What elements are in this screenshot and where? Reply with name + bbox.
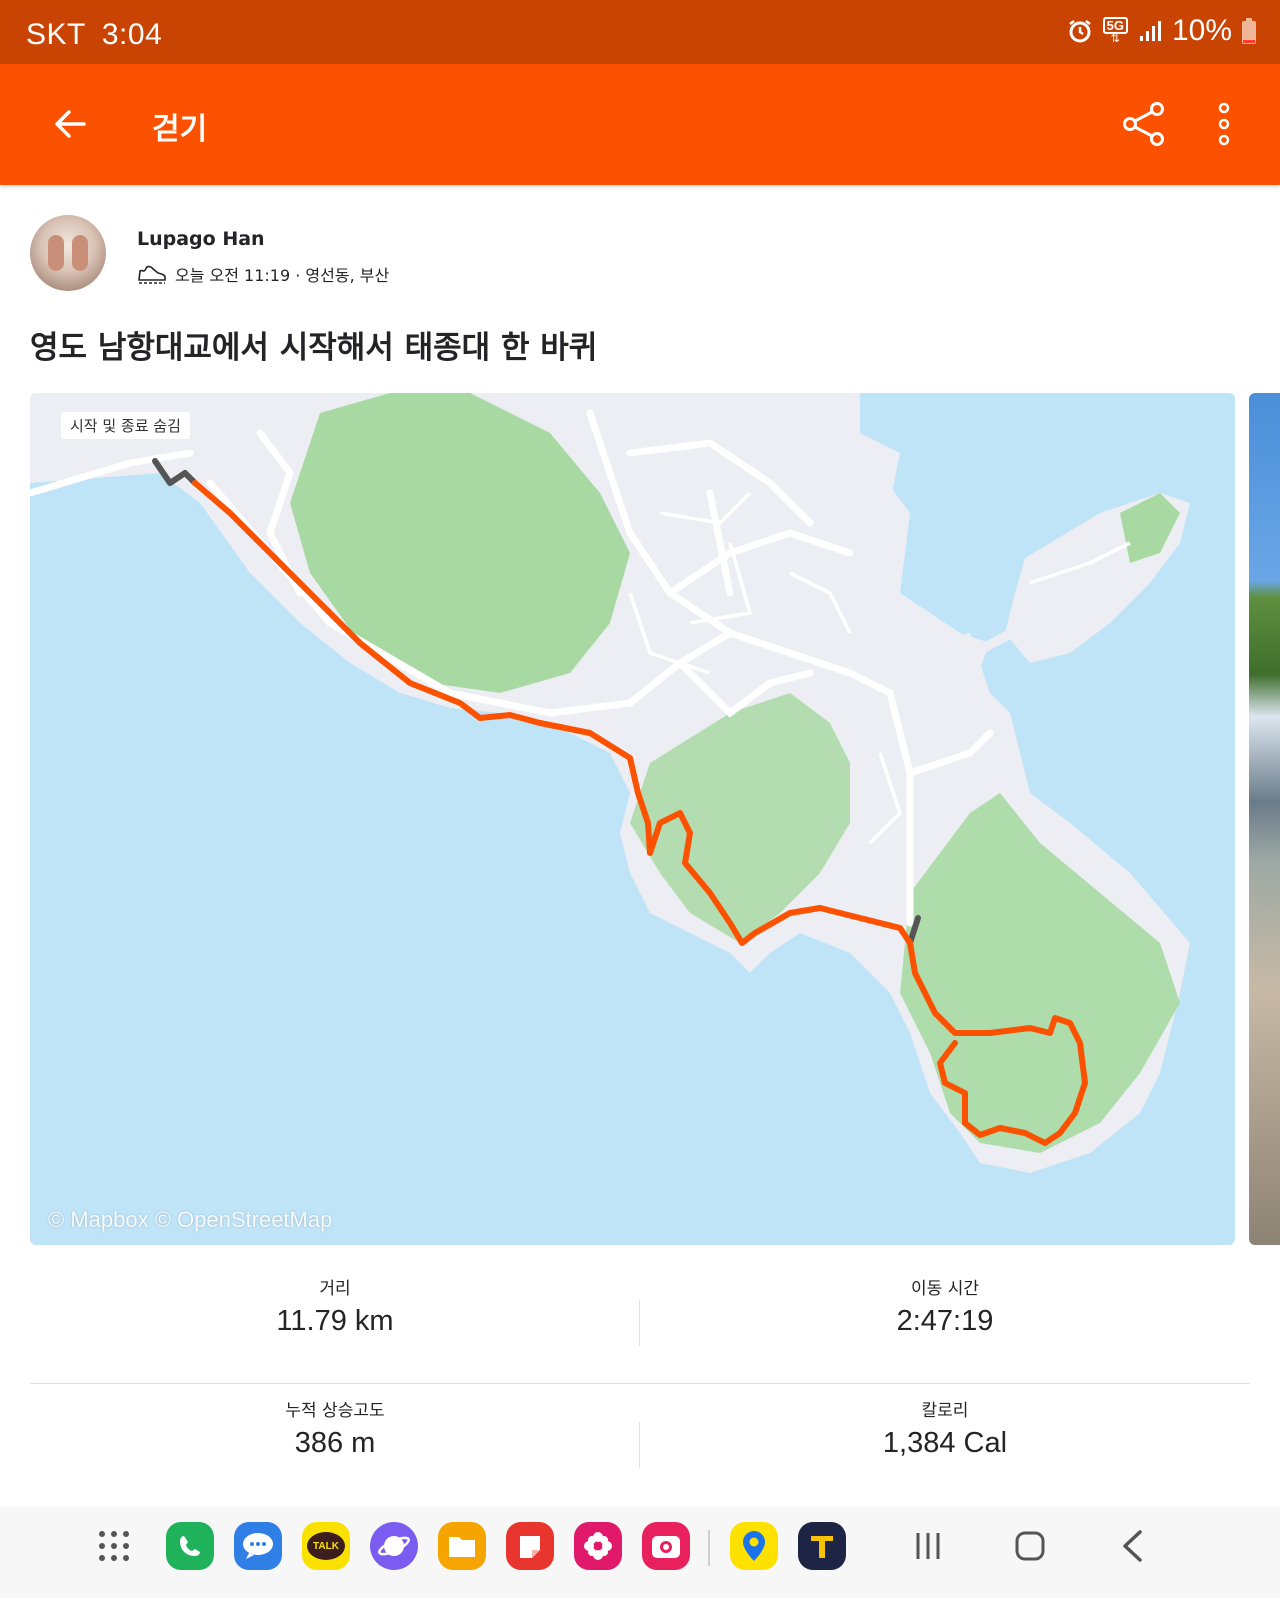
system-back-button[interactable] (1108, 1522, 1156, 1570)
my-files-app-button[interactable] (438, 1522, 486, 1570)
stat-distance: 거리 11.79 km (30, 1274, 640, 1338)
flower-app-icon (584, 1532, 612, 1560)
more-vert-icon (1218, 102, 1230, 146)
app-drawer-button[interactable] (90, 1522, 138, 1570)
stat-label: 거리 (319, 1279, 351, 1299)
athlete-name[interactable]: Lupago Han (137, 228, 265, 250)
kakaotalk-app-icon: TALK (307, 1532, 345, 1560)
hide-start-end-toggle[interactable]: 시작 및 종료 숨김 (61, 412, 190, 439)
app-bar: 걷기 (0, 64, 1280, 185)
signal-icon (1139, 21, 1161, 41)
recents-icon (916, 1533, 940, 1559)
share-button[interactable] (1114, 94, 1174, 154)
messages-app-icon (243, 1533, 273, 1559)
map-canvas (30, 393, 1190, 1173)
map-attribution[interactable]: © Mapbox © OpenStreetMap (48, 1207, 332, 1233)
kakaotalk-app-button[interactable]: TALK (302, 1522, 350, 1570)
carrier-label: SKT (26, 18, 86, 51)
stat-elevation-gain: 누적 상승고도 386 m (30, 1396, 640, 1460)
stat-label: 누적 상승고도 (285, 1401, 385, 1421)
walking-shoe-icon (138, 265, 166, 284)
map-app-button[interactable] (730, 1522, 778, 1570)
kakaotalk-label: TALK (313, 1540, 339, 1552)
network-badge: 5G (1102, 17, 1128, 34)
activity-meta: 오늘 오전 11:19 · 영선동, 부산 (137, 262, 389, 286)
stat-label: 칼로리 (921, 1401, 969, 1421)
page-title: 걷기 (152, 112, 208, 147)
system-nav-bar: TALK (0, 1506, 1280, 1598)
camera-app-button[interactable] (642, 1522, 690, 1570)
recents-button[interactable] (904, 1522, 952, 1570)
stat-value: 386 m (294, 1427, 376, 1459)
stat-value: 1,384 Cal (882, 1427, 1008, 1459)
data-arrows: ⇅ (1110, 33, 1120, 45)
stat-value: 11.79 km (276, 1305, 394, 1337)
messages-app-button[interactable] (234, 1522, 282, 1570)
avatar-photo-foot-right (72, 235, 88, 271)
phone-app-button[interactable] (166, 1522, 214, 1570)
stat-value: 2:47:19 (896, 1305, 994, 1337)
dock-separator (708, 1530, 710, 1566)
activity-title: 영도 남항대교에서 시작해서 태종대 한 바퀴 (30, 330, 598, 366)
avatar-photo-foot-left (48, 235, 64, 271)
alarm-icon (1068, 20, 1091, 43)
internet-app-button[interactable] (370, 1522, 418, 1570)
stat-label: 이동 시간 (911, 1279, 979, 1299)
back-button[interactable] (40, 94, 100, 154)
stat-moving-time: 이동 시간 2:47:19 (640, 1274, 1250, 1338)
5g-icon: 5G ⇅ (1102, 17, 1128, 45)
more-options-button[interactable] (1200, 94, 1248, 154)
back-icon (1123, 1530, 1142, 1562)
notes-app-icon (520, 1536, 540, 1558)
map-app-icon (743, 1531, 765, 1561)
status-left: SKT 3:04 (26, 18, 178, 52)
share-icon (1123, 102, 1164, 146)
back-arrow-icon (55, 110, 86, 138)
phone-app-icon (180, 1536, 200, 1556)
camera-app-icon (652, 1536, 680, 1558)
t-map-app-icon (811, 1536, 833, 1558)
battery-icon (1242, 18, 1256, 44)
status-right: 5G ⇅ 10% (1067, 14, 1256, 48)
clock: 3:04 (101, 18, 163, 51)
notes-app-button[interactable] (506, 1522, 554, 1570)
avatar[interactable] (30, 215, 106, 291)
activity-datetime-location: 오늘 오전 11:19 · 영선동, 부산 (175, 266, 390, 285)
home-icon (1015, 1531, 1045, 1561)
app-drawer-icon (99, 1531, 129, 1561)
stat-calories: 칼로리 1,384 Cal (640, 1396, 1250, 1460)
status-bar: SKT 3:04 5G ⇅ 10% (0, 0, 1280, 64)
t-map-app-button[interactable] (798, 1522, 846, 1570)
battery-percent: 10% (1171, 14, 1232, 47)
route-map[interactable]: 시작 및 종료 숨김 © Mapbox © OpenStreetMap (30, 393, 1235, 1245)
activity-photo-thumbnail[interactable] (1249, 393, 1280, 1245)
internet-app-icon (378, 1536, 410, 1556)
flower-app-button[interactable] (574, 1522, 622, 1570)
my-files-app-icon (449, 1537, 475, 1557)
stats-row-divider (30, 1383, 1250, 1384)
home-button[interactable] (1006, 1522, 1054, 1570)
